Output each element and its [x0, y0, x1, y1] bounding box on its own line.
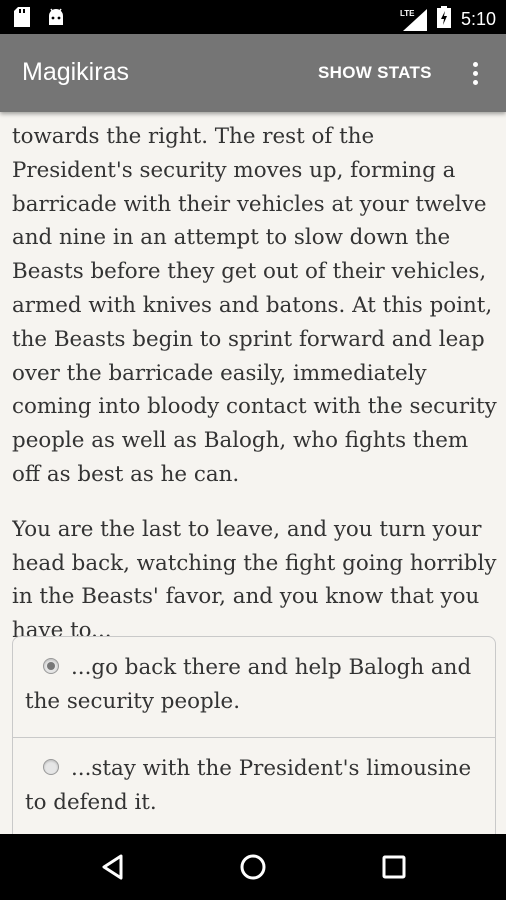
choice-label: ...go back there and help Balogh and the…: [25, 655, 472, 714]
recents-icon[interactable]: [377, 850, 411, 884]
show-stats-button[interactable]: SHOW STATS: [318, 63, 432, 83]
story-content[interactable]: towards the right. The rest of the Presi…: [12, 112, 498, 834]
story-paragraph: You are the last to leave, and you turn …: [12, 516, 497, 644]
status-time: 5:10: [460, 9, 496, 29]
story-paragraph: towards the right. The rest of the Presi…: [12, 124, 497, 487]
more-vert-icon[interactable]: [466, 60, 484, 88]
app-title: Magikiras: [22, 58, 129, 86]
status-bar: LTE 5:10: [0, 0, 506, 34]
navigation-bar: [0, 834, 506, 900]
home-icon[interactable]: [236, 850, 270, 884]
signal-icon: LTE: [399, 8, 427, 31]
app-bar: Magikiras SHOW STATS: [0, 34, 506, 112]
radio-unselected-icon[interactable]: [43, 759, 59, 775]
choice-option[interactable]: ...go back there and help Balogh and the…: [13, 637, 495, 737]
choice-option[interactable]: ...stay with the President's limousine t…: [13, 737, 495, 820]
back-icon[interactable]: [96, 850, 130, 884]
battery-icon: [436, 6, 451, 33]
sd-card-icon: [14, 7, 30, 31]
network-label: LTE: [399, 8, 415, 18]
choice-list: ...go back there and help Balogh and the…: [12, 636, 496, 834]
radio-selected-icon[interactable]: [43, 658, 59, 674]
android-icon: [46, 7, 66, 31]
choice-label: ...stay with the President's limousine t…: [25, 756, 472, 815]
